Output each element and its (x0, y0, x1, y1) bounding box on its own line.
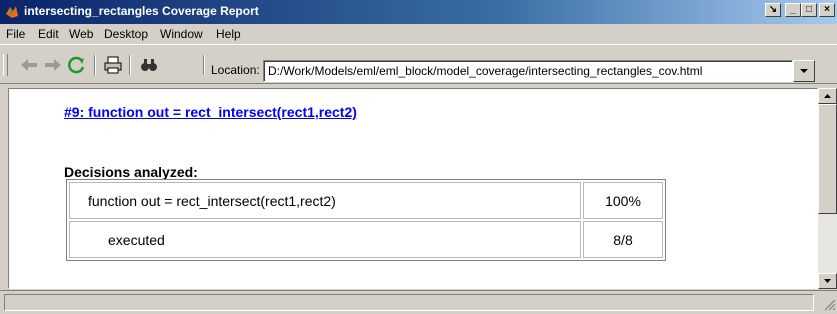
decision-coverage-value: 100% (583, 182, 663, 219)
find-icon[interactable] (138, 55, 160, 75)
menu-web[interactable]: Web (69, 27, 93, 41)
decision-label: executed (69, 221, 581, 258)
minimize-button[interactable]: _ (785, 3, 801, 17)
scrollbar-thumb[interactable] (818, 104, 837, 214)
matlab-app-icon (6, 6, 18, 18)
toolbar-grip[interactable] (3, 54, 8, 76)
arrow-up-icon (824, 94, 831, 98)
toolbar-separator (94, 55, 96, 75)
scroll-up-button[interactable] (818, 88, 837, 104)
scroll-down-button[interactable] (818, 273, 837, 289)
decisions-table: function out = rect_intersect(rect1,rect… (66, 179, 666, 261)
menu-help[interactable]: Help (216, 27, 241, 41)
toolbar-separator (203, 55, 205, 75)
window-title: intersecting_rectangles Coverage Report (24, 4, 259, 18)
menu-window[interactable]: Window (160, 27, 203, 41)
menu-edit[interactable]: Edit (38, 27, 59, 41)
vertical-scrollbar[interactable] (818, 88, 837, 289)
function-heading-link[interactable]: #9: function out = rect_intersect(rect1,… (64, 104, 357, 120)
refresh-icon[interactable] (66, 55, 88, 75)
decision-coverage-value: 8/8 (583, 221, 663, 258)
decision-label: function out = rect_intersect(rect1,rect… (69, 182, 581, 219)
decisions-heading: Decisions analyzed: (64, 164, 198, 180)
table-row: executed 8/8 (69, 221, 663, 258)
maximize-button[interactable]: □ (801, 3, 817, 17)
location-dropdown-button[interactable] (793, 60, 815, 82)
menu-file[interactable]: File (6, 27, 25, 41)
close-button[interactable]: × (819, 3, 835, 17)
location-field[interactable]: D:/Work/Models/eml/eml_block/model_cover… (263, 60, 793, 82)
arrow-down-icon (824, 279, 831, 283)
status-bar (0, 290, 837, 314)
table-row: function out = rect_intersect(rect1,rect… (69, 182, 663, 219)
toolbar-separator (129, 55, 131, 75)
report-content: #9: function out = rect_intersect(rect1,… (8, 88, 818, 289)
back-arrow-icon[interactable] (18, 55, 40, 75)
print-icon[interactable] (102, 55, 124, 75)
forward-arrow-icon[interactable] (42, 55, 64, 75)
menu-desktop[interactable]: Desktop (104, 27, 148, 41)
menu-bar: File Edit Web Desktop Window Help (0, 24, 837, 44)
dock-button[interactable]: ↘ (765, 3, 781, 17)
resize-grip-icon[interactable] (822, 297, 836, 311)
chevron-down-icon (800, 69, 808, 73)
toolbar: Location: D:/Work/Models/eml/eml_block/m… (0, 44, 837, 84)
status-panel (4, 294, 814, 311)
title-bar: intersecting_rectangles Coverage Report … (0, 0, 837, 24)
location-label: Location: (211, 63, 260, 77)
